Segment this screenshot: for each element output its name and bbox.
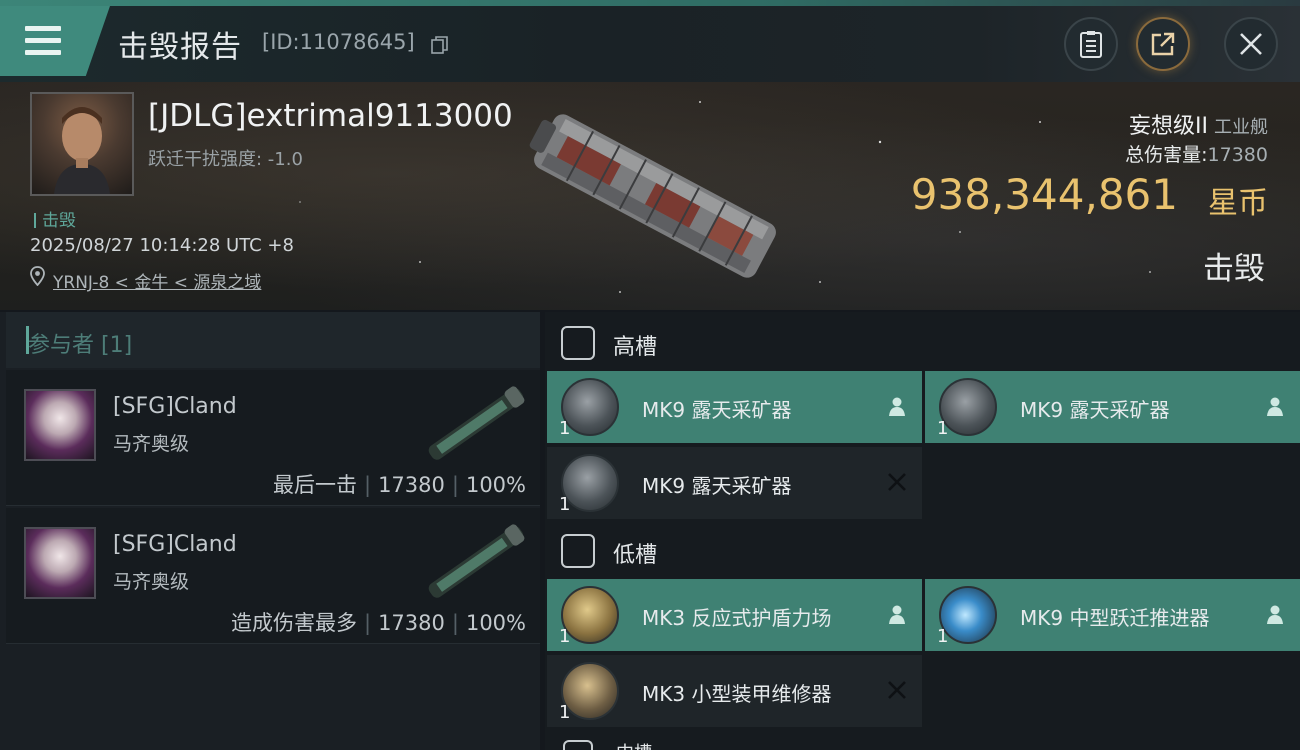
participant-ship: 马齐奥级 <box>113 571 190 593</box>
total-damage-value: 17380 <box>1207 144 1268 166</box>
kill-location-link[interactable]: YRNJ-8 < 金牛 < 源泉之域 <box>53 268 261 293</box>
victim-ship-image <box>529 114 776 278</box>
kill-status: 击毁 <box>1203 251 1265 287</box>
module-item[interactable]: 1 MK3 小型装甲维修器 <box>547 655 922 727</box>
participants-header: 参与者 [1] <box>6 312 540 368</box>
ship-type: 工业舰 <box>1214 117 1268 138</box>
module-name: MK9 中型跃迁推进器 <box>1020 606 1210 630</box>
module-item[interactable]: 1 MK9 中型跃迁推进器 <box>925 579 1300 651</box>
module-quantity: 1 <box>937 418 949 439</box>
kill-id: [ID:11078645] <box>262 30 415 54</box>
victim-ship-class: 妄想级II 工业舰 <box>1129 108 1268 140</box>
participant-percent: 100% <box>465 611 526 635</box>
high-slot-label: 高槽 <box>613 335 658 360</box>
module-quantity: 1 <box>559 702 571 723</box>
ship-class-name: 妄想级II <box>1129 114 1208 139</box>
dropped-person-icon <box>1267 605 1283 624</box>
participant-row[interactable]: [SFG]Cland 马齐奥级 造成伤害最多 | 17380 | 100% <box>6 508 540 644</box>
participant-avatar[interactable] <box>24 527 96 599</box>
share-icon <box>1151 32 1175 56</box>
kill-timestamp: 2025/08/27 10:14:28 UTC +8 <box>30 235 294 256</box>
participant-ship-image <box>428 386 525 460</box>
participant-ship-image <box>428 524 525 598</box>
kill-tag: 击毁 <box>34 206 76 231</box>
participant-damage: 17380 <box>378 611 445 635</box>
low-slot-header: 低槽 <box>545 522 1300 578</box>
stat-separator: | <box>363 611 372 635</box>
victim-name: [JDLG]extrimal9113000 <box>148 98 513 134</box>
victim-avatar[interactable] <box>30 92 134 196</box>
mid-slot-label: 中槽 <box>616 740 652 750</box>
pilot-portrait-icon <box>54 107 110 194</box>
participant-name: [SFG]Cland <box>113 394 237 419</box>
module-item[interactable]: 1 MK9 露天采矿器 <box>547 371 922 443</box>
stat-separator: | <box>451 473 459 497</box>
participants-title: 参与者 [1] <box>28 333 133 358</box>
dropped-person-icon <box>889 605 905 624</box>
warp-scramble-strength: 跃迁干扰强度: -1.0 <box>148 149 303 170</box>
module-quantity: 1 <box>559 418 571 439</box>
module-name: MK3 小型装甲维修器 <box>642 682 832 706</box>
dropped-person-icon <box>889 397 905 416</box>
participant-name: [SFG]Cland <box>113 532 237 557</box>
high-slot-header: 高槽 <box>545 314 1300 370</box>
module-item[interactable]: 1 MK3 反应式护盾力场 <box>547 579 922 651</box>
low-slot-label: 低槽 <box>613 543 658 568</box>
total-damage-label: 总伤害量: <box>1125 144 1208 166</box>
module-item[interactable]: 1 MK9 露天采矿器 <box>547 447 922 519</box>
location-pin-icon <box>30 266 45 286</box>
menu-icon <box>25 26 61 31</box>
module-quantity: 1 <box>937 626 949 647</box>
clipboard-button[interactable] <box>1064 17 1118 71</box>
copy-icon[interactable] <box>431 36 448 54</box>
participant-row[interactable]: [SFG]Cland 马齐奥级 最后一击 | 17380 | 100% <box>6 370 540 506</box>
participant-role: 最后一击 <box>272 473 357 497</box>
menu-icon-bar <box>25 38 61 43</box>
module-quantity: 1 <box>559 626 571 647</box>
participant-damage: 17380 <box>378 473 445 497</box>
participant-ship: 马齐奥级 <box>113 433 190 455</box>
menu-icon-bar <box>25 50 61 55</box>
module-name: MK9 露天采矿器 <box>642 398 792 422</box>
module-item[interactable]: 1 MK9 露天采矿器 <box>925 371 1300 443</box>
participant-percent: 100% <box>465 473 526 497</box>
participant-avatar[interactable] <box>24 389 96 461</box>
module-name: MK9 露天采矿器 <box>642 474 792 498</box>
close-button[interactable] <box>1224 17 1278 71</box>
destroyed-x-icon <box>888 681 906 699</box>
stat-separator: | <box>363 473 372 497</box>
isk-value: 938,344,861 <box>910 170 1178 219</box>
participant-stats: 最后一击 | 17380 | 100% <box>273 469 526 499</box>
stat-separator: | <box>451 611 459 635</box>
dropped-person-icon <box>1267 397 1283 416</box>
isk-unit: 星币 <box>1208 186 1268 221</box>
low-slot-icon <box>561 534 595 568</box>
page-title: 击毁报告 <box>118 30 242 65</box>
share-button[interactable] <box>1136 17 1190 71</box>
destroyed-x-icon <box>888 473 906 491</box>
mid-slot-icon <box>563 740 593 750</box>
module-name: MK9 露天采矿器 <box>1020 398 1170 422</box>
high-slot-icon <box>561 326 595 360</box>
total-damage: 总伤害量:17380 <box>1125 140 1268 167</box>
close-icon <box>1240 33 1262 55</box>
clipboard-icon <box>1080 31 1102 58</box>
module-name: MK3 反应式护盾力场 <box>642 606 832 630</box>
participant-role: 造成伤害最多 <box>230 611 357 635</box>
participant-stats: 造成伤害最多 | 17380 | 100% <box>231 607 526 637</box>
module-quantity: 1 <box>559 494 571 515</box>
